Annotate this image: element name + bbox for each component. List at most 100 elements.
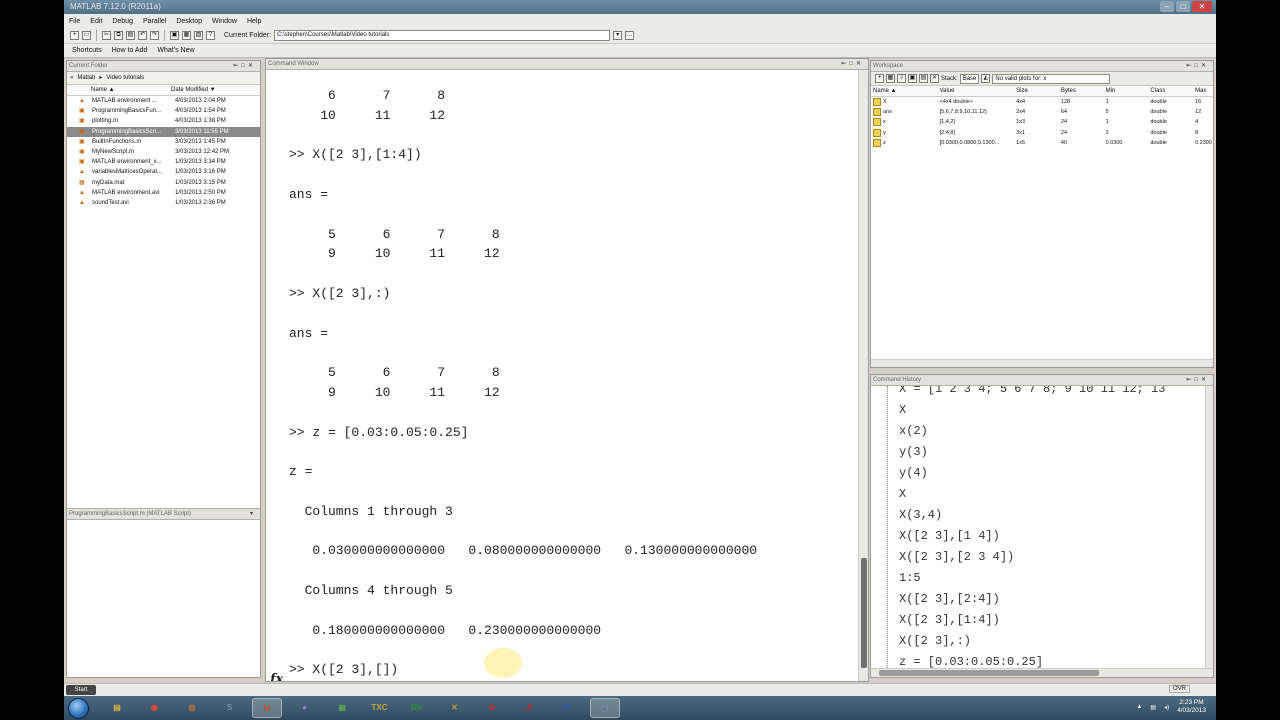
- clock[interactable]: 2:23 PM 4/03/2013: [1177, 699, 1206, 715]
- file-list-item[interactable]: ▲ soundTest.avi 1/03/2013 2:36 PM: [67, 198, 260, 208]
- scrollbar-thumb[interactable]: [861, 558, 867, 668]
- open-variable-icon[interactable]: ▦: [886, 74, 895, 83]
- bytes-column-header[interactable]: Bytes: [1061, 86, 1106, 96]
- paste-icon[interactable]: ▤: [126, 31, 135, 40]
- new-file-icon[interactable]: +: [70, 31, 79, 40]
- menu-file[interactable]: File: [69, 18, 80, 25]
- taskbar-app-red-icon[interactable]: ✿: [477, 698, 507, 718]
- file-list-item[interactable]: ▣ plotting.m 4/03/2013 1:38 PM: [67, 116, 260, 126]
- stack-select[interactable]: Base: [959, 73, 980, 84]
- undo-icon[interactable]: ↶: [138, 31, 147, 40]
- workspace-variable-row[interactable]: ans [5,6,7,8;9,10,11,12] 2x4 64 5 double 12: [871, 107, 1213, 117]
- function-browser-icon[interactable]: fx: [270, 672, 283, 681]
- panel-controls[interactable]: ⇤□✕: [233, 61, 256, 72]
- file-list-item[interactable]: ▲ MATLAB environment.avi 1/03/2013 2:50 PM: [67, 188, 260, 198]
- volume-icon[interactable]: ◂): [1164, 704, 1169, 711]
- shortcuts-link[interactable]: Shortcuts: [72, 47, 102, 54]
- menu-debug[interactable]: Debug: [112, 18, 133, 25]
- delete-icon[interactable]: ✕: [930, 74, 939, 83]
- min-column-header[interactable]: Min: [1106, 86, 1151, 96]
- file-list-item[interactable]: ▣ ProgrammingBasicsFun... 4/03/2013 1:54 P…: [67, 106, 260, 116]
- menu-help[interactable]: Help: [247, 18, 261, 25]
- size-column-header[interactable]: Size: [1016, 86, 1061, 96]
- workspace-variable-row[interactable]: y [2;4;8] 3x1 24 2 double 8: [871, 128, 1213, 138]
- workspace-horizontal-scrollbar[interactable]: [871, 359, 1213, 367]
- taskbar-firefox-icon[interactable]: ◎: [177, 698, 207, 718]
- breadcrumb-back[interactable]: «: [70, 72, 73, 84]
- taskbar-Dw-icon[interactable]: Dw: [402, 698, 432, 718]
- profiler-icon[interactable]: ▧: [194, 31, 203, 40]
- tray-arrow-icon[interactable]: ▲: [1136, 704, 1142, 710]
- close-button[interactable]: ✕: [1192, 1, 1212, 12]
- file-list-item[interactable]: ▣ MATLAB environment_x... 1/03/2013 3:34 P…: [67, 157, 260, 167]
- plot-icon[interactable]: ◭: [981, 74, 991, 83]
- taskbar-chrome-icon[interactable]: ◉: [140, 698, 170, 718]
- taskbar-app-x-icon[interactable]: ✕: [440, 698, 470, 718]
- import-data-icon[interactable]: ⇩: [897, 74, 906, 83]
- max-column-header[interactable]: Max: [1195, 86, 1213, 96]
- history-entry[interactable]: X([2 3],[1 4]): [899, 529, 1000, 543]
- history-entry[interactable]: X([2 3],[2:4]): [899, 592, 1000, 606]
- history-entry[interactable]: X([2 3],:): [899, 634, 971, 648]
- how-to-add-link[interactable]: How to Add: [112, 47, 148, 54]
- taskbar-acrobat-icon[interactable]: A: [515, 698, 545, 718]
- taskbar-app-green-icon[interactable]: ▦: [327, 698, 357, 718]
- network-icon[interactable]: ▤: [1150, 704, 1156, 711]
- cut-icon[interactable]: ✂: [102, 31, 111, 40]
- new-variable-icon[interactable]: +: [875, 74, 884, 83]
- minimize-button[interactable]: –: [1160, 1, 1174, 12]
- history-entry[interactable]: 1:5: [899, 571, 921, 585]
- panel-controls[interactable]: ⇤□✕: [1186, 61, 1209, 72]
- history-entry[interactable]: z = [0.03:0.05:0.25]: [899, 655, 1043, 668]
- save-workspace-icon[interactable]: ▣: [908, 74, 917, 83]
- history-horizontal-scrollbar[interactable]: [871, 668, 1213, 677]
- menu-desktop[interactable]: Desktop: [176, 18, 202, 25]
- redo-icon[interactable]: ↷: [150, 31, 159, 40]
- history-entry[interactable]: X(3,4): [899, 508, 942, 522]
- print-icon[interactable]: ▤: [919, 74, 928, 83]
- file-list-item[interactable]: ▦ myData.mat 1/03/2013 3:15 PM: [67, 178, 260, 188]
- name-column-header[interactable]: Name ▲: [67, 85, 171, 95]
- simulink-icon[interactable]: ▣: [170, 31, 179, 40]
- name-column-header[interactable]: Name ▲: [871, 86, 940, 96]
- breadcrumb-matlab[interactable]: Matlab: [77, 72, 95, 84]
- history-entry[interactable]: X([2 3],[2 3 4]): [899, 550, 1014, 564]
- class-column-header[interactable]: Class: [1150, 86, 1195, 96]
- panel-controls[interactable]: ⇤□✕: [1186, 375, 1209, 386]
- panel-controls[interactable]: ⇤□✕: [841, 59, 864, 70]
- taskbar-explorer-icon[interactable]: ▤: [102, 698, 132, 718]
- whats-new-link[interactable]: What's New: [157, 47, 194, 54]
- current-folder-path-input[interactable]: C:\stephen\Courses\Matlab\Video tutorial…: [274, 30, 611, 41]
- history-entry[interactable]: X: [899, 403, 906, 417]
- history-entry[interactable]: X = [1 2 3 4; 5 6 7 8; 9 10 11 12; 13: [899, 386, 1165, 396]
- taskbar-app-circle-icon[interactable]: ●: [290, 698, 320, 718]
- history-entry[interactable]: X: [899, 487, 906, 501]
- browse-folder-icon[interactable]: …: [625, 31, 635, 40]
- command-prompt-input[interactable]: >> X([2 3],[]): [289, 662, 398, 678]
- history-entry[interactable]: y(3): [899, 445, 928, 459]
- file-list-item[interactable]: ▣ BuiltInFunctions.m 3/03/2013 1:45 PM: [67, 137, 260, 147]
- file-list-item[interactable]: ▣ MyNewScript.m 3/03/2013 12:42 PM: [67, 147, 260, 157]
- value-column-header[interactable]: Value: [940, 86, 1017, 96]
- command-window-content[interactable]: fx 6 7 8 10 11 12 >> X([2 3],[1:4]) ans = …: [266, 70, 859, 681]
- file-list-item[interactable]: ▣ ProgrammingBasicsScri... 3/03/2013 11:55…: [67, 126, 260, 137]
- taskbar-Word-icon[interactable]: W: [552, 698, 582, 718]
- windows-start-icon[interactable]: [68, 698, 89, 719]
- open-folder-icon[interactable]: ▭: [82, 31, 91, 40]
- guide-icon[interactable]: ▦: [182, 31, 191, 40]
- workspace-variable-row[interactable]: X <4x4 double> 4x4 128 1 double 16: [871, 97, 1213, 107]
- matlab-start-button[interactable]: Start: [66, 685, 96, 695]
- workspace-variable-row[interactable]: z [0.0300,0.0800,0.1300... 1x5 40 0.0300 doub…: [871, 138, 1213, 148]
- taskbar-app-s-icon[interactable]: S: [215, 698, 245, 718]
- history-entry[interactable]: X([2 3],[1:4]): [899, 613, 1000, 627]
- menu-edit[interactable]: Edit: [90, 18, 102, 25]
- workspace-variable-row[interactable]: x [1,4,2] 1x3 24 1 double 4: [871, 117, 1213, 127]
- taskbar-app-window-icon[interactable]: ▢: [589, 698, 620, 718]
- breadcrumb-video-tutorials[interactable]: Video tutorials: [106, 72, 144, 84]
- date-modified-column-header[interactable]: Date Modified ▼: [171, 85, 216, 95]
- taskbar-matlab-icon[interactable]: M: [252, 698, 282, 718]
- file-list-item[interactable]: ▲ MATLAB environment ... 4/03/2013 2:04 PM: [67, 96, 260, 106]
- taskbar-TXC-icon[interactable]: TXC: [365, 698, 395, 718]
- command-window-scrollbar[interactable]: [858, 70, 868, 681]
- history-vertical-scrollbar[interactable]: [1205, 386, 1213, 668]
